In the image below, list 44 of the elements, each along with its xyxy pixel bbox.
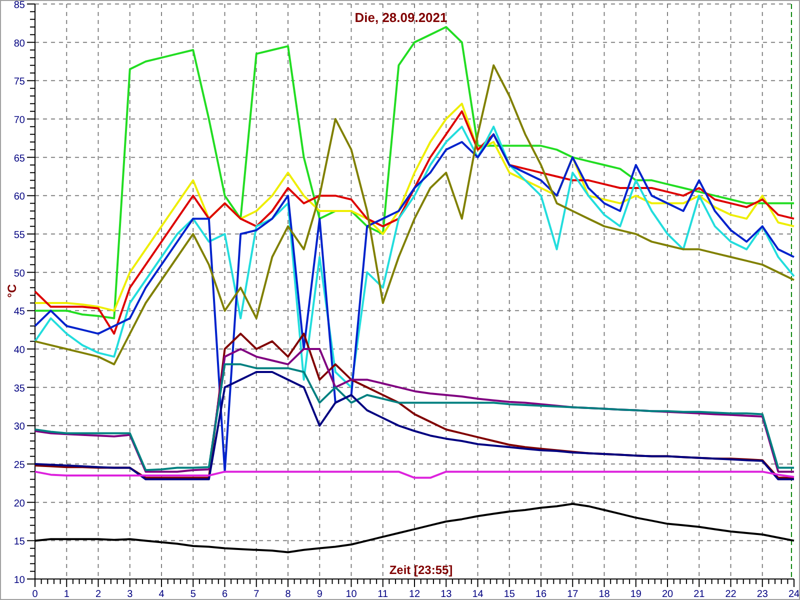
tick-label: 15 [14,536,25,548]
tick-label: 35 [14,383,25,394]
tick-label: 11 [378,589,388,599]
tick-label: 12 [408,589,420,599]
tick-label: 25 [14,460,25,471]
tick-label: 24 [788,589,799,599]
tick-label: 23 [756,589,768,599]
tick-label: 10 [346,589,357,599]
tick-label: 55 [14,230,25,241]
tick-label: 17 [567,589,578,599]
tick-label: 20 [14,498,25,510]
tick-label: 85 [14,1,25,11]
tick-label: 65 [14,153,25,164]
tick-label: 22 [725,589,736,599]
tick-label: 6 [222,589,228,599]
tick-label: 16 [535,589,547,599]
tick-label: 21 [694,589,705,599]
tick-label: 70 [14,115,25,126]
tick-label: 45 [14,306,25,318]
tick-label: 0 [32,589,38,599]
y-axis-label: °C [5,284,19,298]
tick-label: 5 [190,589,196,599]
tick-label: 75 [14,76,25,88]
tick-label: 20 [662,589,674,599]
tick-label: 4 [158,589,164,599]
tick-label: 40 [14,345,25,356]
tick-label: 60 [14,192,25,203]
tick-label: 18 [598,589,610,599]
chart-title: Die, 28.09.2021 [354,10,448,25]
tick-label: 14 [472,589,484,599]
tick-label: 30 [14,422,25,433]
tick-label: 8 [285,589,291,599]
tick-label: 19 [630,589,642,599]
tick-label: 15 [504,589,515,599]
tick-label: 2 [95,589,102,599]
tick-label: 10 [14,575,25,586]
tick-label: 9 [316,589,322,599]
tick-label: 80 [14,38,25,50]
tick-label: 1 [64,589,70,599]
tick-label: 7 [254,589,260,599]
tick-label: 50 [14,268,25,280]
tick-label: 3 [127,589,133,599]
x-axis-label: Zeit [23:55] [389,563,453,577]
tick-label: 13 [440,589,452,599]
